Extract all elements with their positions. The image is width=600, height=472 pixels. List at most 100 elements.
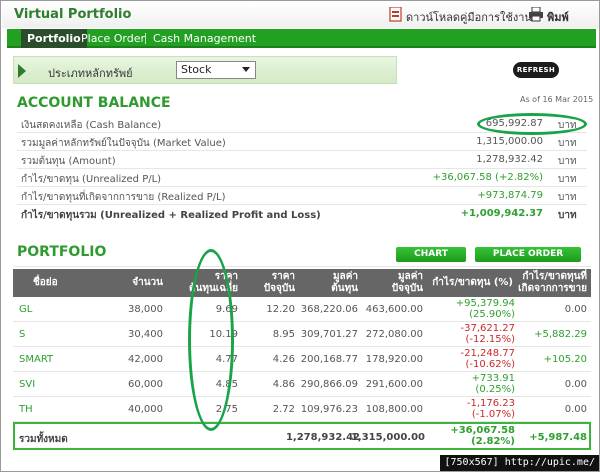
unrealized-pl-cell: -21,248.77 bbox=[460, 348, 515, 359]
qty-cell: 40,000 bbox=[128, 404, 163, 415]
total-unrealized-pl: +36,067.58 bbox=[450, 425, 515, 436]
app-title: Virtual Portfolio bbox=[14, 7, 132, 22]
chart-button[interactable]: CHART bbox=[396, 247, 466, 262]
divider bbox=[13, 266, 591, 267]
table-row[interactable]: SMART 42,000 4.77 4.26 200,168.77 178,92… bbox=[13, 347, 591, 372]
highlight-ellipse bbox=[477, 113, 587, 135]
account-row-value: 1,278,932.42 bbox=[476, 154, 543, 165]
account-balance-title: ACCOUNT BALANCE bbox=[17, 95, 171, 111]
table-row[interactable]: S 30,400 10.19 8.95 309,701.27 272,080.0… bbox=[13, 322, 591, 347]
unrealized-pl-pct-cell: (25.90%) bbox=[469, 309, 515, 320]
total-market-value: 1,315,000.00 bbox=[350, 432, 425, 443]
header-market-value: มูลค่า ปัจจุบัน bbox=[368, 271, 423, 295]
account-row: รวมต้นทุน (Amount) 1,278,932.42 บาท bbox=[17, 151, 587, 169]
unrealized-pl-pct-cell: (-12.15%) bbox=[465, 334, 515, 345]
total-unrealized-pl-pct: (2.82%) bbox=[471, 436, 515, 447]
price-cell: 8.95 bbox=[272, 329, 295, 340]
symbol-cell[interactable]: GL bbox=[19, 304, 32, 315]
header-cost: มูลค่า ต้นทุน bbox=[303, 271, 358, 295]
unrealized-pl-pct-cell: (-1.07%) bbox=[471, 409, 515, 420]
table-row[interactable]: GL 38,000 9.69 12.20 368,220.06 463,600.… bbox=[13, 297, 591, 322]
account-row-value: +973,874.79 bbox=[477, 190, 543, 201]
asset-type-value: Stock bbox=[181, 63, 212, 76]
header-unrealized-pl: กำไร/ขาดทุน (%) bbox=[432, 277, 513, 288]
header-line: มูลค่า bbox=[332, 271, 358, 282]
currency-unit: บาท bbox=[558, 174, 577, 185]
unrealized-pl-pct-cell: (0.25%) bbox=[475, 384, 515, 395]
cost-cell: 368,220.06 bbox=[300, 304, 358, 315]
account-row: กำไร/ขาดทุนที่เกิดจากการขาย (Realized P/… bbox=[17, 187, 587, 205]
symbol-cell[interactable]: SVI bbox=[19, 379, 35, 390]
account-row-label: กำไร/ขาดทุน (Unrealized P/L) bbox=[21, 174, 162, 185]
cost-cell: 200,168.77 bbox=[300, 354, 358, 365]
main-nav: Portfolio Place Order Cash Management bbox=[7, 29, 596, 48]
tab-place-order[interactable]: Place Order bbox=[75, 29, 151, 48]
unrealized-pl-cell: +733.91 bbox=[471, 373, 515, 384]
symbol-cell[interactable]: SMART bbox=[19, 354, 53, 365]
qty-cell: 30,400 bbox=[128, 329, 163, 340]
chevron-down-icon bbox=[242, 67, 250, 72]
nav-separator bbox=[145, 33, 146, 44]
printer-icon[interactable] bbox=[528, 6, 544, 22]
header-realized-pl: กำไร/ขาดทุนที่ เกิดจากการขาย bbox=[513, 271, 587, 295]
symbol-cell[interactable]: TH bbox=[19, 404, 33, 415]
account-row: กำไร/ขาดทุน (Unrealized P/L) +36,067.58 … bbox=[17, 169, 587, 187]
table-row[interactable]: TH 40,000 2.75 2.72 109,976.23 108,800.0… bbox=[13, 397, 591, 422]
qty-cell: 42,000 bbox=[128, 354, 163, 365]
price-cell: 4.26 bbox=[272, 354, 295, 365]
asset-type-select[interactable]: Stock bbox=[176, 61, 256, 79]
arrow-right-icon bbox=[18, 64, 26, 78]
currency-unit: บาท bbox=[558, 156, 577, 167]
realized-pl-cell: 0.00 bbox=[564, 404, 587, 415]
header-line: เกิดจากการขาย bbox=[518, 283, 587, 294]
price-cell: 12.20 bbox=[266, 304, 295, 315]
account-row-total: กำไร/ขาดทุนรวม (Unrealized + Realized Pr… bbox=[17, 205, 587, 223]
symbol-cell[interactable]: S bbox=[19, 329, 25, 340]
header-symbol: ชื่อย่อ bbox=[33, 277, 58, 288]
account-row-label: กำไร/ขาดทุนรวม (Unrealized + Realized Pr… bbox=[21, 210, 321, 221]
portfolio-title: PORTFOLIO bbox=[17, 244, 107, 260]
place-order-button[interactable]: PLACE ORDER bbox=[475, 247, 581, 262]
realized-pl-cell: 0.00 bbox=[564, 304, 587, 315]
header-line: ปัจจุบัน bbox=[263, 283, 295, 294]
total-realized-pl: +5,987.48 bbox=[529, 432, 587, 443]
account-row-label: กำไร/ขาดทุนที่เกิดจากการขาย (Realized P/… bbox=[21, 192, 226, 203]
account-row-value: +36,067.58 (+2.82%) bbox=[432, 172, 543, 183]
print-link[interactable]: พิมพ์ bbox=[547, 8, 569, 26]
price-cell: 2.72 bbox=[272, 404, 295, 415]
qty-cell: 38,000 bbox=[128, 304, 163, 315]
asset-type-bar: ประเภทหลักทรัพย์ Stock bbox=[13, 56, 397, 84]
pdf-download-icon[interactable] bbox=[388, 6, 404, 22]
realized-pl-cell: +5,882.29 bbox=[534, 329, 587, 340]
header-line: ราคา bbox=[271, 271, 295, 282]
total-label: รวมทั้งหมด bbox=[19, 434, 68, 445]
unrealized-pl-pct-cell: (-10.62%) bbox=[465, 359, 515, 370]
header-qty: จำนวน bbox=[132, 277, 163, 288]
account-row-label: รวมต้นทุน (Amount) bbox=[21, 156, 116, 167]
header-line: กำไร/ขาดทุนที่ bbox=[522, 271, 587, 282]
account-row-label: รวมมูลค่าหลักทรัพย์ในปัจจุบัน (Market Va… bbox=[21, 138, 226, 149]
cost-cell: 309,701.27 bbox=[300, 329, 358, 340]
app-frame: Virtual Portfolio ดาวน์โหลดคู่มือการใช้ง… bbox=[0, 0, 600, 472]
realized-pl-cell: +105.20 bbox=[543, 354, 587, 365]
header-line: ต้นทุน bbox=[331, 283, 358, 294]
tab-cash-management[interactable]: Cash Management bbox=[147, 29, 262, 48]
price-cell: 4.86 bbox=[272, 379, 295, 390]
header-line: ปัจจุบัน bbox=[391, 283, 423, 294]
refresh-button[interactable]: REFRESH bbox=[513, 62, 559, 78]
asset-type-label: ประเภทหลักทรัพย์ bbox=[48, 67, 133, 80]
top-bar: Virtual Portfolio ดาวน์โหลดคู่มือการใช้ง… bbox=[2, 2, 599, 28]
watermark: [750x567] http://upic.me/ bbox=[440, 455, 599, 471]
cost-cell: 290,866.09 bbox=[300, 379, 358, 390]
unrealized-pl-cell: -37,621.27 bbox=[460, 323, 515, 334]
account-row-value: 1,315,000.00 bbox=[476, 136, 543, 147]
unrealized-pl-cell: +95,379.94 bbox=[455, 298, 515, 309]
portfolio-total-row: รวมทั้งหมด 1,278,932.42 1,315,000.00 +36… bbox=[13, 422, 591, 450]
cost-cell: 109,976.23 bbox=[300, 404, 358, 415]
qty-cell: 60,000 bbox=[128, 379, 163, 390]
header-line: มูลค่า bbox=[397, 271, 423, 282]
download-manual-link[interactable]: ดาวน์โหลดคู่มือการใช้งาน bbox=[406, 8, 532, 26]
table-row[interactable]: SVI 60,000 4.85 4.86 290,866.09 291,600.… bbox=[13, 372, 591, 397]
account-row: รวมมูลค่าหลักทรัพย์ในปัจจุบัน (Market Va… bbox=[17, 133, 587, 151]
as-of-date: As of 16 Mar 2015 bbox=[520, 95, 594, 104]
